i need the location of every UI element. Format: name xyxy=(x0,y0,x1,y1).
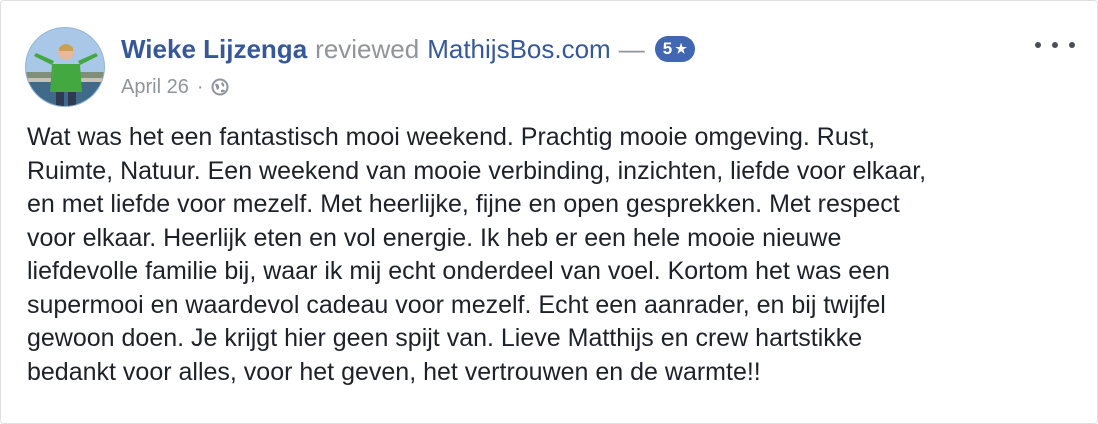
avatar-photo xyxy=(26,28,104,106)
post-date[interactable]: April 26 xyxy=(121,76,189,99)
rating-value: 5 xyxy=(662,39,673,58)
page-link[interactable]: MathijsBos.com xyxy=(427,34,611,65)
review-line: supermooi en waardevol cadeau voor mezel… xyxy=(27,290,886,319)
author-link[interactable]: Wieke Lijzenga xyxy=(121,34,307,65)
review-action-text: reviewed xyxy=(315,33,420,64)
review-line: bedankt voor alles, voor het geven, het … xyxy=(27,357,761,386)
rating-badge: 5 ★ xyxy=(654,36,695,62)
review-card: Wieke Lijzenga reviewed MathijsBos.com —… xyxy=(0,0,1098,424)
more-options-icon[interactable] xyxy=(1035,35,1075,55)
review-line: liefdevolle familie bij, waar ik mij ech… xyxy=(27,257,890,285)
avatar[interactable] xyxy=(25,27,105,107)
review-line: Wat was het een fantastisch mooi weekend… xyxy=(27,123,876,151)
more-dot xyxy=(1052,42,1058,48)
review-text: Wat was het een fantastisch mooi weekend… xyxy=(27,121,1077,389)
post-meta: April 26 · xyxy=(121,73,229,101)
header-dash: — xyxy=(618,33,645,64)
more-dot xyxy=(1069,42,1075,48)
meta-separator: · xyxy=(196,75,204,98)
star-icon: ★ xyxy=(675,41,687,56)
review-line: Ruimte, Natuur. Een weekend van mooie ve… xyxy=(27,156,927,185)
review-line: en met liefde voor mezelf. Met heerlijke… xyxy=(27,190,900,218)
review-line: voor elkaar. Heerlijk eten en vol energi… xyxy=(27,223,842,252)
review-header: Wieke Lijzenga reviewed MathijsBos.com —… xyxy=(121,31,695,67)
more-dot xyxy=(1035,42,1041,48)
globe-icon[interactable] xyxy=(211,78,229,96)
review-line: gewoon doen. Je krijgt hier geen spijt v… xyxy=(27,324,863,352)
